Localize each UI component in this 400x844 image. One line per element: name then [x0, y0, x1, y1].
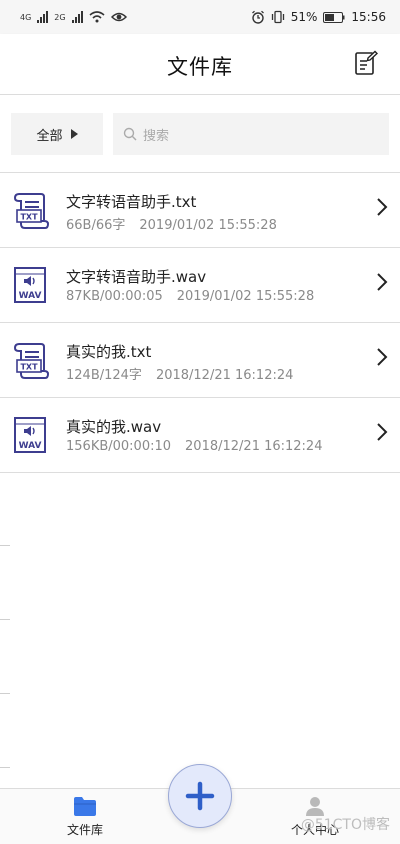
file-row[interactable]: WAV 文字转语音助手.wav 87KB/00:00:05 2019/01/02 …	[0, 248, 400, 323]
file-name: 文字转语音助手.wav	[66, 268, 207, 286]
file-row[interactable]: TXT 文字转语音助手.txt 66B/66字 2019/01/02 15:55:…	[0, 173, 400, 248]
file-date: 2018/12/21 16:12:24	[155, 368, 294, 383]
all-filter-button[interactable]: 全部	[11, 113, 103, 155]
search-input[interactable]: 搜索	[113, 113, 389, 155]
file-size: 87KB/00:00:05	[66, 289, 163, 304]
clock: 15:56	[351, 10, 386, 24]
signal-icon	[37, 11, 49, 23]
file-name: 文字转语音助手.txt	[66, 193, 197, 211]
edge-tick	[0, 545, 10, 546]
eye-icon	[110, 12, 127, 22]
file-date: 2019/01/02 15:55:28	[176, 289, 315, 304]
txt-file-icon: TXT	[13, 343, 50, 379]
file-date: 2018/12/21 16:12:24	[185, 439, 323, 454]
filter-bar: 全部 搜索	[0, 95, 400, 172]
file-size: 156KB/00:00:10	[66, 439, 172, 454]
signal-icon-2	[71, 11, 83, 23]
app-header: 文件库	[0, 34, 400, 95]
search-placeholder: 搜索	[143, 128, 170, 144]
tab-library-label: 文件库	[66, 823, 103, 837]
battery-icon	[323, 11, 345, 23]
caret-right-icon	[70, 129, 78, 139]
svg-text:TXT: TXT	[20, 363, 38, 372]
wifi-icon	[89, 11, 105, 23]
file-meta: 124B/124字 2018/12/21 16:12:24	[66, 364, 293, 383]
all-filter-label: 全部	[36, 128, 63, 144]
file-name: 真实的我.wav	[66, 418, 162, 436]
svg-text:WAV: WAV	[19, 291, 42, 301]
wav-file-icon: WAV	[14, 417, 46, 453]
page-title: 文件库	[167, 55, 233, 79]
battery-percent: 51%	[290, 10, 318, 24]
chevron-right-icon	[377, 273, 388, 291]
file-name: 真实的我.txt	[66, 343, 152, 361]
file-size: 124B/124字	[66, 368, 142, 383]
tab-library[interactable]: 文件库	[40, 795, 130, 838]
network-tag-2: 2G	[54, 12, 66, 22]
edge-tick	[0, 619, 10, 620]
folder-icon	[74, 797, 96, 816]
file-row[interactable]: TXT 真实的我.txt 124B/124字 2018/12/21 16:12:2…	[0, 323, 400, 398]
file-list: TXT 文字转语音助手.txt 66B/66字 2019/01/02 15:55:…	[0, 172, 400, 473]
file-date: 2019/01/02 15:55:28	[139, 218, 277, 233]
edit-note-icon[interactable]	[354, 50, 378, 76]
svg-text:WAV: WAV	[19, 441, 42, 451]
search-icon	[123, 127, 137, 141]
chevron-right-icon	[377, 198, 388, 216]
status-right: 51% 15:56	[251, 8, 386, 26]
txt-file-icon: TXT	[13, 193, 50, 229]
alarm-icon	[251, 10, 264, 24]
watermark: @51CTO博客	[300, 817, 390, 833]
edge-tick	[0, 693, 10, 694]
file-meta: 156KB/00:00:10 2018/12/21 16:12:24	[66, 439, 322, 454]
svg-text:TXT: TXT	[20, 213, 38, 222]
file-meta: 87KB/00:00:05 2019/01/02 15:55:28	[66, 289, 314, 304]
status-bar: 4G 2G 51% 15:56	[0, 0, 400, 34]
network-tag-1: 4G	[20, 12, 32, 22]
chevron-right-icon	[377, 348, 388, 366]
file-row[interactable]: WAV 真实的我.wav 156KB/00:00:10 2018/12/21 16…	[0, 398, 400, 473]
add-button[interactable]	[168, 764, 232, 828]
file-size: 66B/66字	[66, 218, 126, 233]
chevron-right-icon	[377, 423, 388, 441]
file-meta: 66B/66字 2019/01/02 15:55:28	[66, 214, 277, 233]
vibrate-icon	[271, 10, 284, 24]
status-left: 4G 2G	[20, 9, 127, 25]
edge-tick	[0, 767, 10, 768]
plus-icon	[185, 781, 215, 811]
wav-file-icon: WAV	[14, 267, 46, 303]
